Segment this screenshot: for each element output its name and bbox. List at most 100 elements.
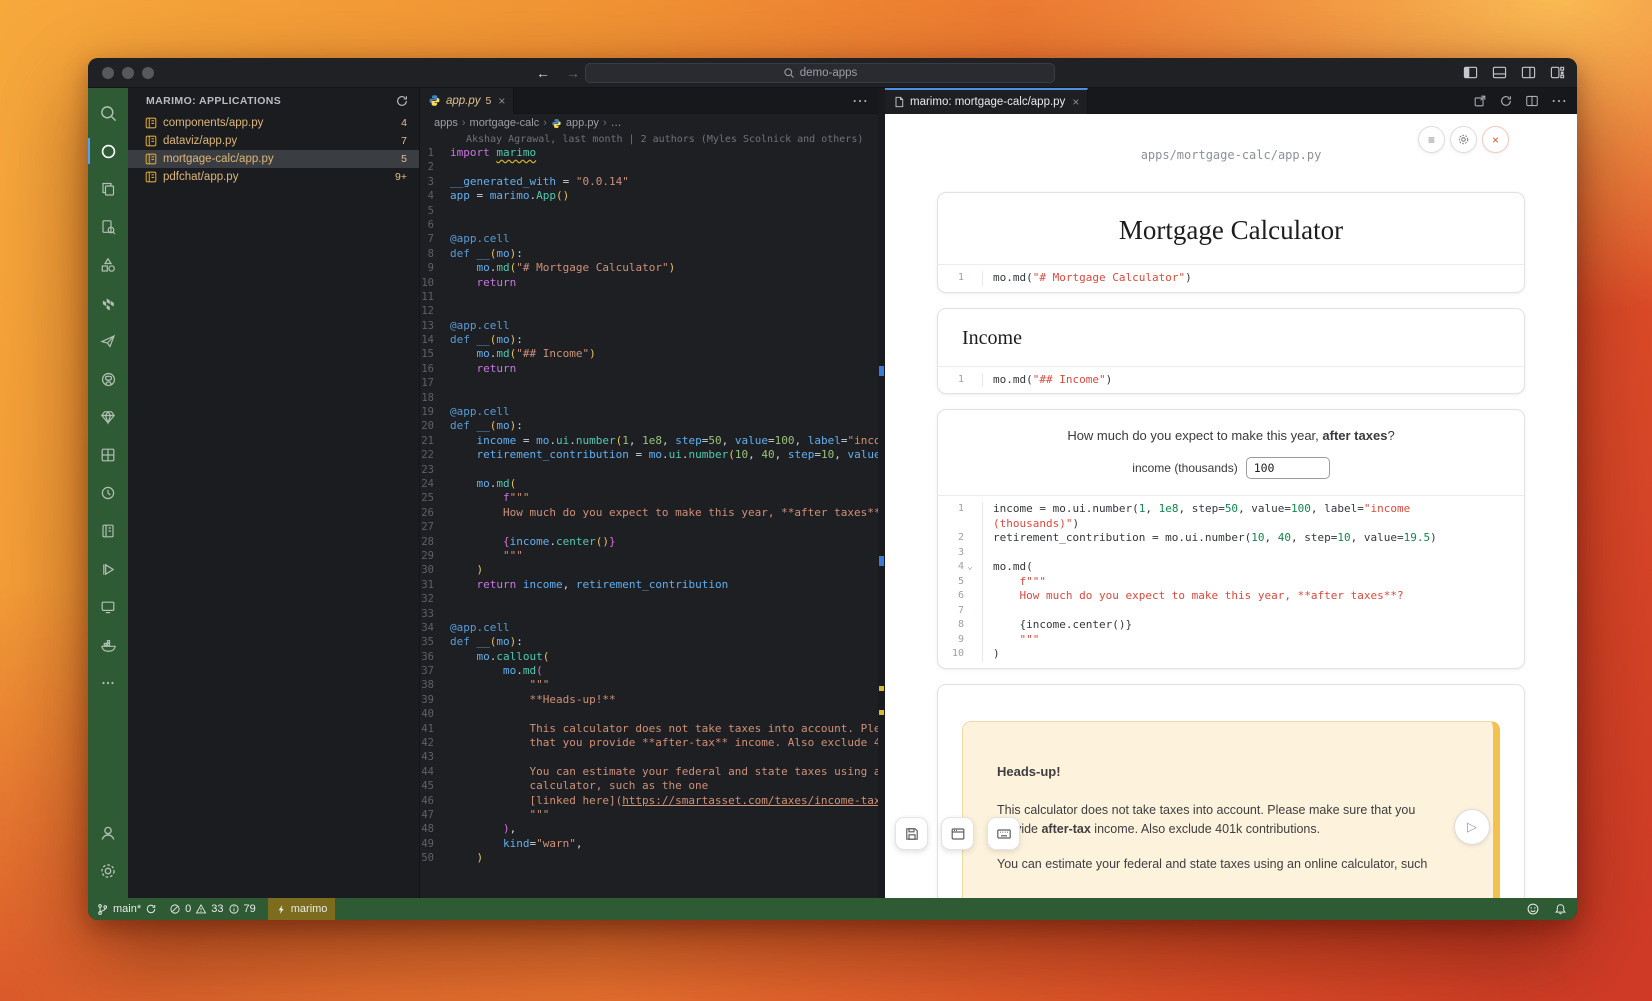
- file-name: dataviz/app.py: [163, 135, 396, 147]
- activity-shapes[interactable]: [88, 246, 128, 284]
- callout-title: Heads-up!: [997, 764, 1459, 779]
- keyboard-shortcuts-button[interactable]: [987, 817, 1020, 850]
- info-icon: [228, 903, 240, 915]
- sidebar-item-components[interactable]: components/app.py 4: [128, 114, 419, 132]
- run-cell-button[interactable]: ▷: [1454, 809, 1490, 845]
- feedback-icon[interactable]: [1526, 902, 1540, 916]
- breadcrumb-folder[interactable]: mortgage-calc: [470, 117, 540, 129]
- history-forward-icon[interactable]: →: [566, 65, 580, 81]
- tab-marimo-preview[interactable]: marimo: mortgage-calc/app.py ×: [885, 88, 1088, 114]
- sidebar-explorer: MARIMO: APPLICATIONS components/app.py 4…: [128, 88, 420, 898]
- breadcrumb-file[interactable]: app.py: [566, 117, 599, 129]
- activity-layout[interactable]: [88, 436, 128, 474]
- cell-code[interactable]: 1income = mo.ui.number(1, 1e8, step=50, …: [938, 495, 1524, 668]
- activity-plane[interactable]: [88, 322, 128, 360]
- traffic-lights[interactable]: [88, 67, 164, 79]
- marimo-shutdown-button[interactable]: ×: [1482, 126, 1509, 153]
- git-branch-icon: [96, 903, 109, 916]
- editor-tab-bar: app.py 5 × ⋯: [420, 88, 878, 114]
- warn-callout: Heads-up! This calculator does not take …: [962, 721, 1500, 899]
- activity-copy[interactable]: [88, 170, 128, 208]
- breadcrumb-symbol[interactable]: …: [611, 117, 622, 129]
- keyboard-icon: [996, 826, 1012, 842]
- more-actions-icon[interactable]: ⋯: [1551, 91, 1567, 111]
- git-branch-status[interactable]: main*: [96, 903, 157, 916]
- file-badge: 7: [401, 135, 419, 147]
- activity-github[interactable]: [88, 360, 128, 398]
- activity-file-search[interactable]: [88, 208, 128, 246]
- problems-status[interactable]: 0 33 79: [169, 903, 256, 915]
- cell-code[interactable]: 1mo.md("# Mortgage Calculator"): [938, 264, 1524, 292]
- refresh-icon[interactable]: [395, 94, 409, 108]
- income-input[interactable]: [1246, 457, 1330, 479]
- ruler-mark-blue: [879, 366, 884, 376]
- marimo-menu-button[interactable]: ≡: [1418, 126, 1445, 153]
- question-output: How much do you expect to make this year…: [938, 410, 1524, 447]
- toggle-primary-sidebar-icon[interactable]: [1463, 65, 1478, 80]
- code-editor[interactable]: Akshay Agrawal, last month | 2 authors (…: [420, 132, 878, 898]
- run-icon: [101, 562, 116, 577]
- notebook-icon: [100, 523, 116, 539]
- history-back-icon[interactable]: ←: [536, 65, 550, 81]
- close-tab-icon[interactable]: ×: [1072, 95, 1079, 109]
- callout-paragraph: This calculator does not take taxes into…: [997, 801, 1459, 840]
- activity-docker[interactable]: [88, 626, 128, 664]
- gem-icon: [100, 409, 116, 425]
- split-editor-icon[interactable]: [1525, 94, 1539, 108]
- activity-remote[interactable]: [88, 588, 128, 626]
- command-center-search[interactable]: demo-apps: [585, 63, 1055, 83]
- open-external-icon[interactable]: [1473, 94, 1487, 108]
- breadcrumb[interactable]: apps › mortgage-calc › app.py › …: [420, 114, 878, 132]
- notebook-cell-income[interactable]: Income 1mo.md("## Income"): [937, 308, 1525, 395]
- save-button[interactable]: [895, 817, 928, 850]
- activity-terraform[interactable]: [88, 284, 128, 322]
- sidebar-item-mortgage-calc[interactable]: mortgage-calc/app.py 5: [128, 150, 419, 168]
- toggle-secondary-sidebar-icon[interactable]: [1521, 65, 1536, 80]
- toggle-panel-icon[interactable]: [1492, 65, 1507, 80]
- search-icon: [99, 104, 118, 123]
- md-heading-1: Mortgage Calculator: [938, 193, 1524, 264]
- ellipsis-icon: [100, 675, 116, 691]
- marimo-status-chip[interactable]: marimo: [268, 898, 336, 920]
- git-blame-annotation: Akshay Agrawal, last month | 2 authors (…: [466, 134, 878, 145]
- account-button[interactable]: [88, 814, 128, 852]
- breadcrumb-apps[interactable]: apps: [434, 117, 458, 129]
- sidebar-item-dataviz[interactable]: dataviz/app.py 7: [128, 132, 419, 150]
- activity-run[interactable]: [88, 550, 128, 588]
- activity-history[interactable]: [88, 474, 128, 512]
- notebook-cell-callout[interactable]: Heads-up! This calculator does not take …: [937, 684, 1525, 899]
- gear-icon: [99, 862, 117, 880]
- marimo-settings-button[interactable]: [1450, 126, 1477, 153]
- refresh-icon[interactable]: [1499, 94, 1513, 108]
- zoom-window-icon[interactable]: [142, 67, 154, 79]
- activity-search[interactable]: [88, 94, 128, 132]
- grid-icon: [100, 447, 116, 463]
- open-in-browser-button[interactable]: [941, 817, 974, 850]
- customize-layout-icon[interactable]: [1550, 65, 1565, 80]
- vscode-window: ← → demo-apps: [88, 58, 1577, 920]
- minimize-window-icon[interactable]: [122, 67, 134, 79]
- marimo-webview: ≡ × apps/mortgage-calc/app.py Mortgage C…: [885, 114, 1577, 898]
- overview-ruler[interactable]: [878, 88, 885, 898]
- notebook-cell-title[interactable]: Mortgage Calculator 1mo.md("# Mortgage C…: [937, 192, 1525, 293]
- close-window-icon[interactable]: [102, 67, 114, 79]
- notebook-cell-question[interactable]: How much do you expect to make this year…: [937, 409, 1525, 669]
- settings-button[interactable]: [88, 852, 128, 890]
- activity-more[interactable]: [88, 664, 128, 702]
- marimo-file-icon: [144, 170, 158, 184]
- activity-marimo[interactable]: [88, 132, 128, 170]
- sidebar-item-pdfchat[interactable]: pdfchat/app.py 9+: [128, 168, 419, 186]
- marimo-file-icon: [144, 134, 158, 148]
- more-actions-icon[interactable]: ⋯: [852, 91, 868, 111]
- activity-notebook[interactable]: [88, 512, 128, 550]
- close-tab-icon[interactable]: ×: [498, 94, 505, 108]
- editor-group: app.py 5 × ⋯ apps › mortgage-calc › app.…: [420, 88, 878, 898]
- tab-app-py[interactable]: app.py 5 ×: [420, 88, 514, 114]
- sidebar-title: MARIMO: APPLICATIONS: [146, 95, 281, 107]
- file-search-icon: [100, 219, 116, 235]
- ruler-mark-blue: [879, 556, 884, 566]
- cell-code[interactable]: 1mo.md("## Income"): [938, 366, 1524, 394]
- tab-problem-count: 5: [486, 95, 492, 107]
- notifications-bell-icon[interactable]: [1554, 903, 1567, 916]
- activity-gem[interactable]: [88, 398, 128, 436]
